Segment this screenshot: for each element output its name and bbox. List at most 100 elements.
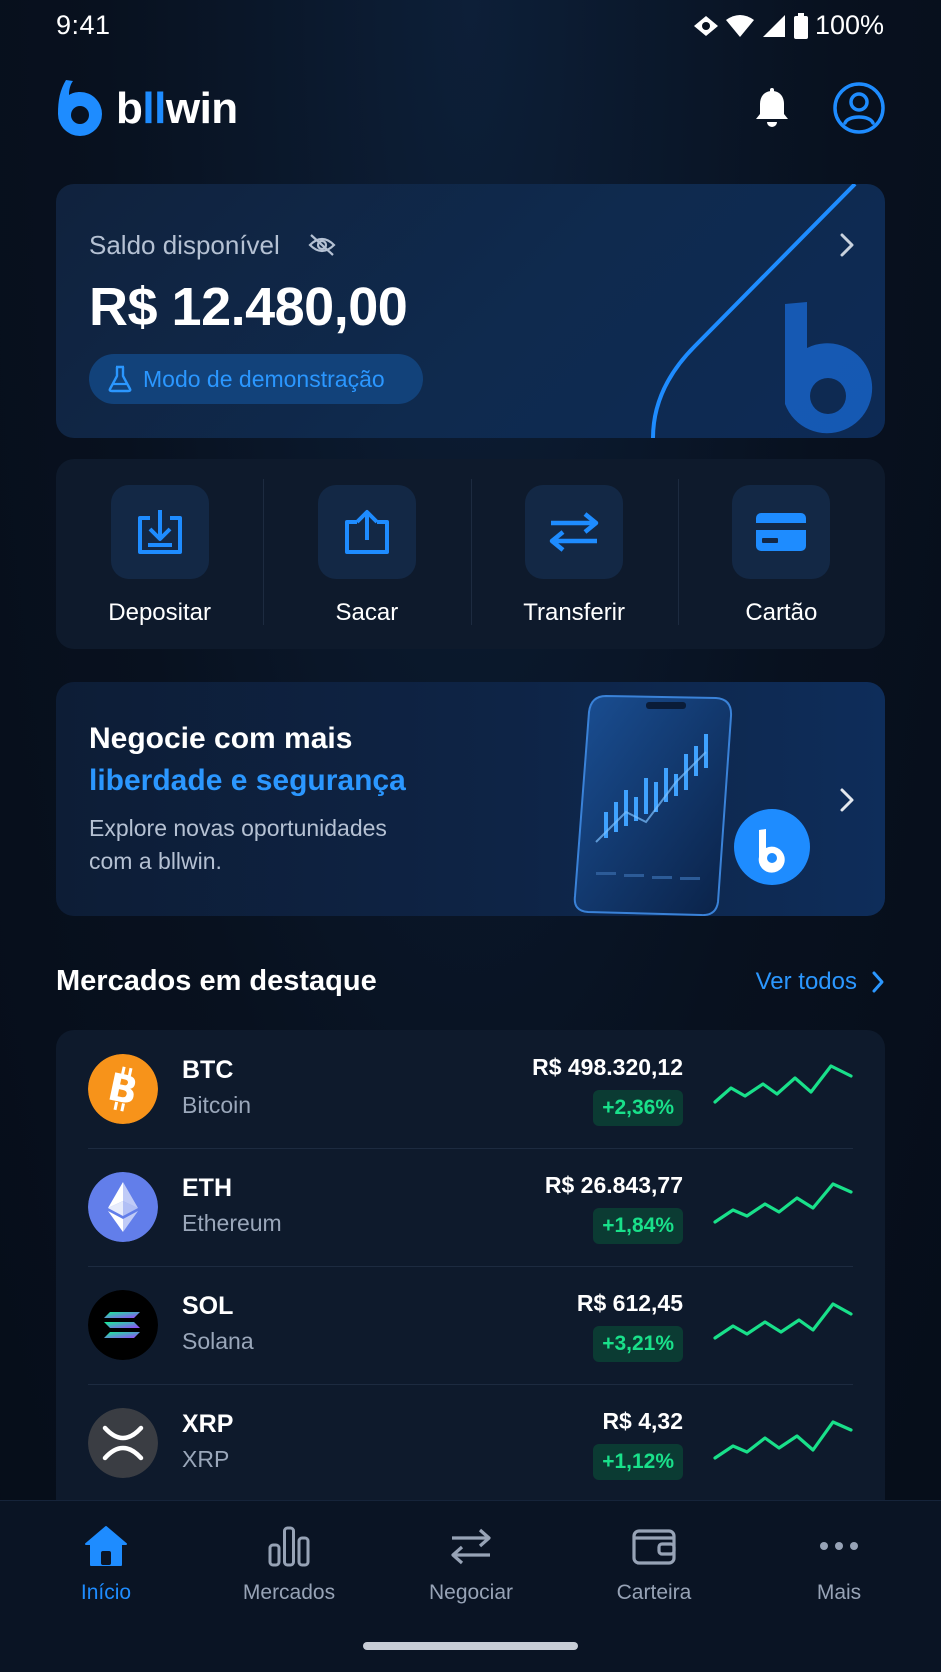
promo-description-line2: com a bllwin. [89, 848, 222, 874]
coin-price: R$ 498.320,12 [532, 1054, 683, 1080]
brand-logo: bllwin [56, 78, 238, 140]
home-indicator[interactable] [363, 1642, 578, 1650]
status-time: 9:41 [56, 10, 111, 40]
trading-phone-illustration [573, 694, 810, 916]
brand-suffix: win [165, 84, 238, 133]
balance-value: R$ 12.480,00 [89, 277, 408, 337]
card-label: Cartão [745, 599, 818, 626]
transfer-button[interactable]: Transferir [470, 459, 678, 649]
coin-price: R$ 612,45 [576, 1290, 683, 1316]
xrp-logo-icon [88, 1408, 158, 1478]
coin-change-badge: +1,12% [593, 1444, 683, 1480]
status-icons: 100% [693, 10, 884, 41]
bllwin-logo-icon [58, 80, 102, 136]
coin-change-badge: +2,36% [593, 1090, 683, 1126]
coin-symbol: SOL [182, 1292, 234, 1320]
chevron-right-icon [872, 971, 884, 993]
deposit-label: Depositar [108, 599, 211, 626]
chevron-right-icon[interactable] [837, 786, 857, 814]
promo-description: Explore novas oportunidades com a bllwin… [89, 812, 449, 878]
coin-change-badge: +3,21% [593, 1326, 683, 1362]
nav-item-mais[interactable]: Mais [745, 1501, 933, 1621]
nav-label: Negociar [428, 1581, 514, 1604]
battery-icon [793, 12, 808, 39]
download-tray-icon [137, 510, 182, 554]
market-row-xrp[interactable]: XRP XRP R$ 4,32 +1,12% [88, 1384, 853, 1502]
sparkline-chart [713, 1182, 853, 1224]
withdraw-button[interactable]: Sacar [263, 459, 470, 649]
coin-price: R$ 26.843,77 [544, 1172, 683, 1198]
withdraw-icon-box [317, 485, 416, 579]
coin-change-badge: +1,84% [593, 1208, 683, 1244]
transfer-icon-box [525, 485, 624, 579]
balance-card-decoration [651, 184, 873, 438]
card-icon-box [732, 485, 831, 579]
coin-symbol: ETH [182, 1174, 232, 1202]
deposit-button[interactable]: Depositar [56, 459, 263, 649]
profile-avatar-icon[interactable] [833, 82, 885, 134]
market-row-sol[interactable]: SOL Solana R$ 612,45 +3,21% [88, 1266, 853, 1384]
status-bar: 9:41 100% [0, 0, 941, 56]
app-header: bllwin [56, 78, 885, 140]
promo-highlight: liberdade e segurança [89, 764, 406, 797]
balance-label: Saldo disponível [89, 230, 280, 260]
home-icon [85, 1526, 127, 1566]
coin-name: Bitcoin [182, 1092, 252, 1118]
coin-name: Solana [182, 1328, 254, 1354]
home-screen: 9:41 100% bllwin Saldo disponível R$ 12.… [0, 0, 941, 1672]
see-all-link[interactable]: Ver todos [756, 968, 885, 996]
sparkline-chart [713, 1420, 853, 1460]
market-row-btc[interactable]: B BTC Bitcoin R$ 498.320,12 +2,36% [88, 1030, 853, 1148]
ethereum-logo-icon [88, 1172, 158, 1242]
nav-item-negociar[interactable]: Negociar [377, 1501, 565, 1621]
coin-price: R$ 4,32 [602, 1408, 683, 1434]
chevron-right-icon[interactable] [837, 232, 857, 258]
notification-bell-icon[interactable] [752, 88, 792, 130]
eye-off-icon[interactable] [307, 232, 337, 258]
balance-card[interactable]: Saldo disponível R$ 12.480,00 Modo de de… [56, 184, 885, 438]
market-row-eth[interactable]: ETH Ethereum R$ 26.843,77 +1,84% [88, 1148, 853, 1266]
nav-item-inicio[interactable]: Início [12, 1501, 200, 1621]
coin-symbol: XRP [182, 1410, 234, 1438]
card-button[interactable]: Cartão [677, 459, 885, 649]
nav-label: Início [80, 1581, 132, 1604]
demo-mode-label: Modo de demonstração [143, 365, 385, 392]
promo-title: Negocie com mais [89, 722, 353, 755]
withdraw-label: Sacar [335, 599, 399, 626]
hotspot-icon [693, 15, 718, 36]
brand-highlight: ll [142, 84, 166, 133]
nav-label: Carteira [616, 1581, 692, 1604]
wifi-icon [725, 14, 754, 37]
solana-logo-icon [88, 1290, 158, 1360]
signal-icon [762, 14, 785, 37]
coin-symbol: BTC [182, 1056, 234, 1084]
markets-list: B BTC Bitcoin R$ 498.320,12 +2,36% ETH E… [56, 1030, 885, 1510]
coin-name: XRP [182, 1446, 230, 1472]
bar-chart-icon [268, 1526, 310, 1567]
see-all-label: Ver todos [755, 968, 857, 995]
deposit-icon-box [110, 485, 209, 579]
markets-section-title: Mercados em destaque [56, 965, 377, 997]
brand-prefix: b [116, 84, 143, 133]
flask-icon [108, 365, 132, 393]
transfer-label: Transferir [523, 599, 626, 626]
more-dots-icon [820, 1542, 858, 1550]
nav-label: Mercados [242, 1581, 336, 1604]
transfer-arrows-icon [549, 512, 599, 552]
nav-item-mercados[interactable]: Mercados [195, 1501, 383, 1621]
credit-card-icon [756, 513, 807, 551]
upload-tray-icon [344, 510, 389, 554]
nav-label: Mais [816, 1581, 862, 1604]
wallet-icon [632, 1529, 676, 1565]
sparkline-chart [713, 1302, 853, 1340]
bitcoin-logo-icon: B [88, 1054, 158, 1124]
battery-percent: 100% [814, 10, 884, 40]
sparkline-chart [713, 1064, 853, 1104]
quick-actions: Depositar Sacar Transferir Cartão [56, 459, 885, 649]
nav-item-carteira[interactable]: Carteira [560, 1501, 748, 1621]
promo-banner[interactable]: Negocie com mais liberdade e segurança E… [56, 682, 885, 916]
swap-arrows-icon [451, 1528, 491, 1565]
brand-name: bllwin [116, 84, 238, 134]
promo-description-line1: Explore novas oportunidades [89, 815, 387, 841]
demo-mode-badge[interactable]: Modo de demonstração [89, 354, 423, 404]
